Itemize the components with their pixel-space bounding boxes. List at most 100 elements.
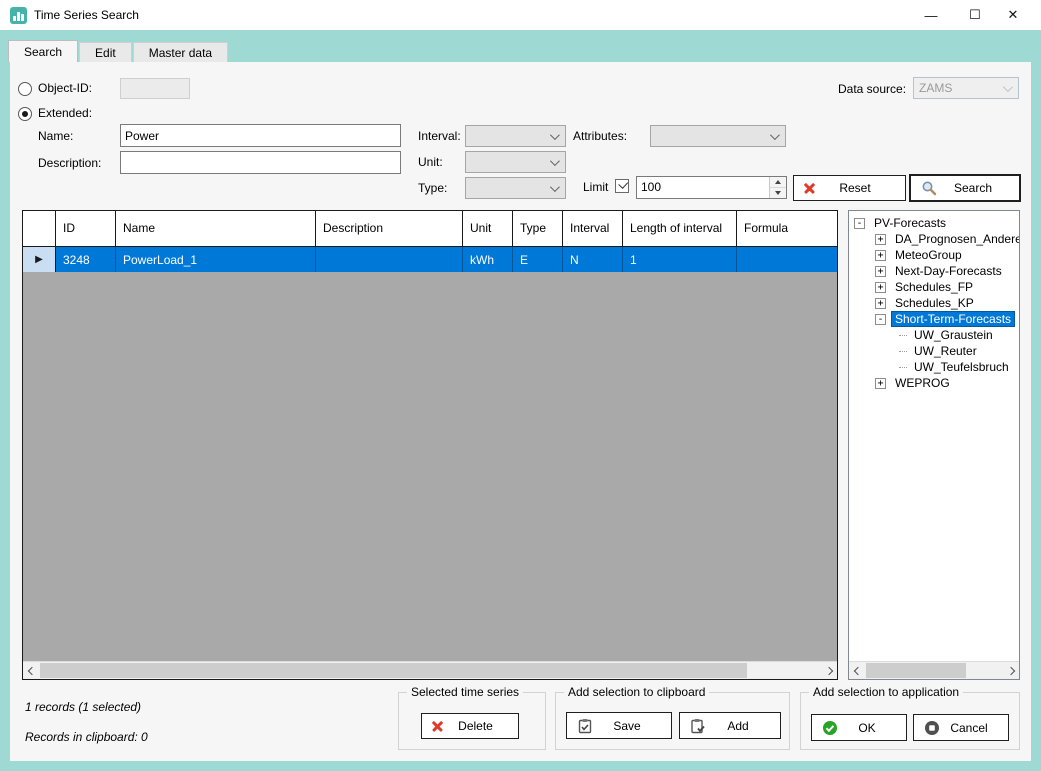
cancel-button[interactable]: Cancel: [913, 714, 1009, 741]
name-label: Name:: [38, 129, 74, 143]
limit-spinner[interactable]: 100: [636, 176, 787, 199]
tree-item-next-day-forecasts[interactable]: + Next-Day-Forecasts: [849, 263, 1019, 279]
unit-combo[interactable]: [465, 151, 566, 173]
tab-master-data[interactable]: Master data: [132, 42, 229, 62]
type-label: Type:: [418, 181, 448, 195]
collapse-icon[interactable]: -: [854, 217, 865, 229]
tree-item-uw-teufelsbruch[interactable]: UW_Teufelsbruch: [849, 359, 1019, 375]
limit-label: Limit: [583, 180, 609, 194]
search-button-label: Search: [953, 181, 993, 195]
cell-name[interactable]: PowerLoad_1: [116, 247, 316, 272]
grid-header-row: ID Name Description Unit Type Interval L…: [23, 211, 837, 247]
column-header-formula[interactable]: Formula: [737, 211, 837, 246]
tree-item-meteogroup[interactable]: + MeteoGroup: [849, 247, 1019, 263]
expand-icon[interactable]: +: [875, 281, 886, 293]
scroll-right-arrow-icon[interactable]: [1002, 662, 1019, 679]
column-header-type[interactable]: Type: [513, 211, 563, 246]
spinner-up-button[interactable]: [770, 177, 786, 187]
save-button-label: Save: [613, 718, 641, 733]
object-id-label: Object-ID:: [38, 81, 93, 95]
column-header-name[interactable]: Name: [116, 211, 316, 246]
cell-id[interactable]: 3248: [56, 247, 116, 272]
column-header-unit[interactable]: Unit: [463, 211, 513, 246]
reset-button[interactable]: Reset: [793, 175, 906, 201]
tree-item-pv-forecasts[interactable]: - PV-Forecasts: [849, 215, 1019, 231]
close-button[interactable]: ✕: [991, 0, 1035, 30]
delete-button[interactable]: Delete: [421, 713, 519, 739]
tree-horizontal-scrollbar[interactable]: [849, 661, 1019, 679]
scrollbar-thumb[interactable]: [866, 663, 966, 678]
selected-series-group-title: Selected time series: [407, 685, 524, 699]
tab-edit[interactable]: Edit: [79, 42, 132, 62]
add-button[interactable]: Add: [679, 712, 781, 739]
scroll-left-arrow-icon[interactable]: [849, 662, 866, 679]
tree-item-short-term-forecasts[interactable]: - Short-Term-Forecasts: [849, 311, 1019, 327]
data-source-combo[interactable]: ZAMS: [913, 77, 1019, 99]
scrollbar-thumb[interactable]: [40, 663, 747, 678]
tree-item-schedules-kp[interactable]: + Schedules_KP: [849, 295, 1019, 311]
clipboard-status: Records in clipboard: 0: [25, 730, 148, 744]
name-input[interactable]: [120, 124, 401, 147]
scroll-left-arrow-icon[interactable]: [23, 662, 40, 679]
tree-connector: [899, 366, 907, 368]
cell-interval[interactable]: N: [563, 247, 623, 272]
description-label: Description:: [38, 156, 102, 170]
type-combo[interactable]: [465, 177, 566, 199]
description-input[interactable]: [120, 151, 401, 174]
clipboard-add-icon: [691, 718, 705, 733]
cell-formula[interactable]: [737, 247, 837, 272]
expand-icon[interactable]: +: [875, 233, 886, 245]
column-header-id[interactable]: ID: [56, 211, 116, 246]
ok-button[interactable]: OK: [811, 714, 907, 741]
tree-item-schedules-fp[interactable]: + Schedules_FP: [849, 279, 1019, 295]
cell-length-of-interval[interactable]: 1: [623, 247, 737, 272]
tree-item-weprog[interactable]: + WEPROG: [849, 375, 1019, 391]
object-id-input[interactable]: [120, 78, 190, 99]
column-header-interval[interactable]: Interval: [563, 211, 623, 246]
data-source-label: Data source:: [838, 82, 907, 96]
collapse-icon[interactable]: -: [875, 313, 886, 325]
tree-item-uw-graustein[interactable]: UW_Graustein: [849, 327, 1019, 343]
tab-search[interactable]: Search: [8, 40, 79, 62]
selected-series-group: Selected time series Delete: [398, 685, 546, 750]
search-button[interactable]: Search: [909, 174, 1021, 202]
object-id-radio[interactable]: [18, 82, 32, 96]
cell-type[interactable]: E: [513, 247, 563, 272]
results-grid: ID Name Description Unit Type Interval L…: [22, 210, 838, 680]
chevron-down-icon: [549, 181, 560, 192]
arrow-up-icon: [775, 180, 781, 184]
arrow-down-icon: [775, 191, 781, 195]
chevron-down-icon: [769, 129, 780, 140]
table-row[interactable]: ▶ 3248 PowerLoad_1 kWh E N 1: [23, 247, 837, 272]
column-header-description[interactable]: Description: [316, 211, 463, 246]
chevron-down-icon: [1002, 81, 1013, 92]
tree-item-da-prognosen[interactable]: + DA_Prognosen_Andere_: [849, 231, 1019, 247]
clipboard-group: Add selection to clipboard Save Add: [555, 685, 790, 750]
extended-radio[interactable]: [18, 107, 32, 121]
cancel-stop-icon: [925, 720, 939, 735]
window-title: Time Series Search: [34, 8, 139, 22]
spinner-down-button[interactable]: [770, 187, 786, 198]
grid-corner-cell[interactable]: [23, 211, 56, 246]
scroll-right-arrow-icon[interactable]: [820, 662, 837, 679]
limit-value[interactable]: 100: [637, 177, 769, 198]
clipboard-group-title: Add selection to clipboard: [564, 685, 710, 699]
column-header-length-of-interval[interactable]: Length of interval: [623, 211, 737, 246]
cell-unit[interactable]: kWh: [463, 247, 513, 272]
row-selector-cell[interactable]: ▶: [23, 247, 56, 272]
tree-item-uw-reuter[interactable]: UW_Reuter: [849, 343, 1019, 359]
expand-icon[interactable]: +: [875, 265, 886, 277]
interval-combo[interactable]: [465, 125, 566, 147]
attributes-combo[interactable]: [650, 125, 786, 147]
save-button[interactable]: Save: [566, 712, 672, 739]
delete-button-label: Delete: [458, 719, 493, 733]
expand-icon[interactable]: +: [875, 377, 886, 389]
limit-checkbox[interactable]: [615, 179, 629, 193]
grid-empty-area: [23, 272, 837, 661]
expand-icon[interactable]: +: [875, 297, 886, 309]
app-icon: [10, 7, 27, 24]
cell-description[interactable]: [316, 247, 463, 272]
grid-horizontal-scrollbar[interactable]: [23, 661, 837, 679]
minimize-button[interactable]: —: [909, 0, 953, 30]
expand-icon[interactable]: +: [875, 249, 886, 261]
